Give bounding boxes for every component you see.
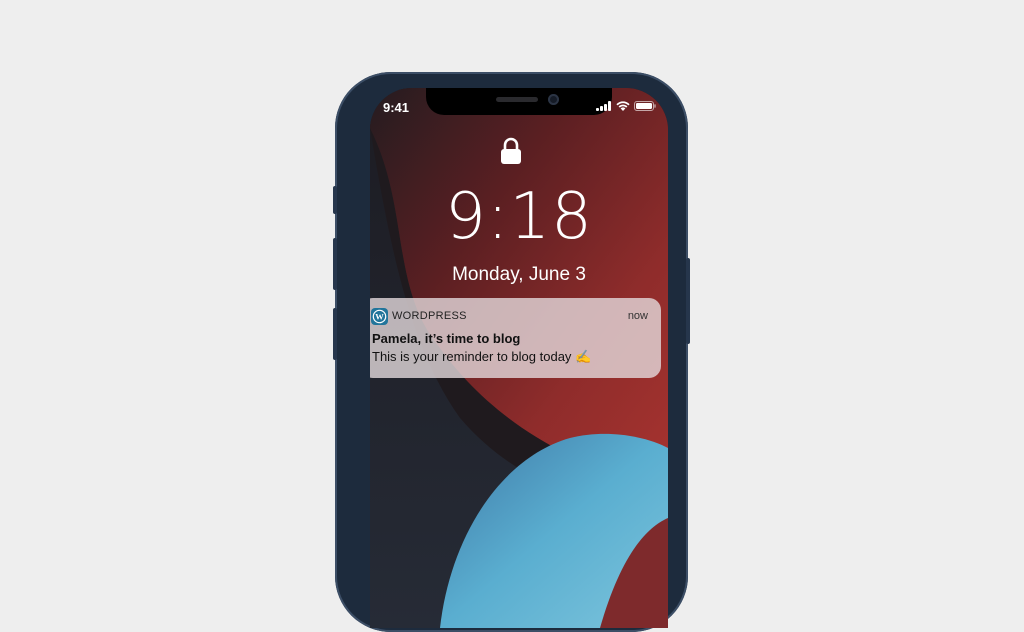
status-bar-icons (596, 101, 656, 111)
cellular-signal-icon (596, 101, 611, 111)
lock-icon (501, 137, 521, 164)
volume-up-button (333, 238, 337, 290)
lock-screen[interactable]: 9:41 9:18 Monday, June 3 W WORDPRESS now… (370, 88, 668, 628)
silent-switch (333, 186, 337, 214)
wordpress-icon: W (371, 308, 388, 325)
notification-app-name: WORDPRESS (392, 310, 467, 322)
notification-time: now (627, 310, 648, 322)
battery-icon (634, 101, 656, 111)
lock-screen-clock: 9:18 (445, 180, 593, 254)
notification-title: Pamela, it’s time to blog (372, 331, 521, 346)
phone-frame: 9:41 9:18 Monday, June 3 W WORDPRESS now… (333, 72, 690, 632)
notification-body: This is your reminder to blog today ✍️ (372, 349, 592, 364)
wifi-icon (616, 101, 630, 111)
lock-screen-date: Monday, June 3 (452, 264, 586, 285)
side-button (686, 258, 690, 344)
notification-banner[interactable]: W WORDPRESS now Pamela, it’s time to blo… (370, 298, 661, 378)
notch (426, 88, 612, 115)
volume-down-button (333, 308, 337, 360)
speaker-grille (496, 97, 538, 102)
svg-text:W: W (375, 312, 384, 322)
status-bar-time: 9:41 (383, 100, 410, 115)
front-camera (548, 94, 559, 105)
